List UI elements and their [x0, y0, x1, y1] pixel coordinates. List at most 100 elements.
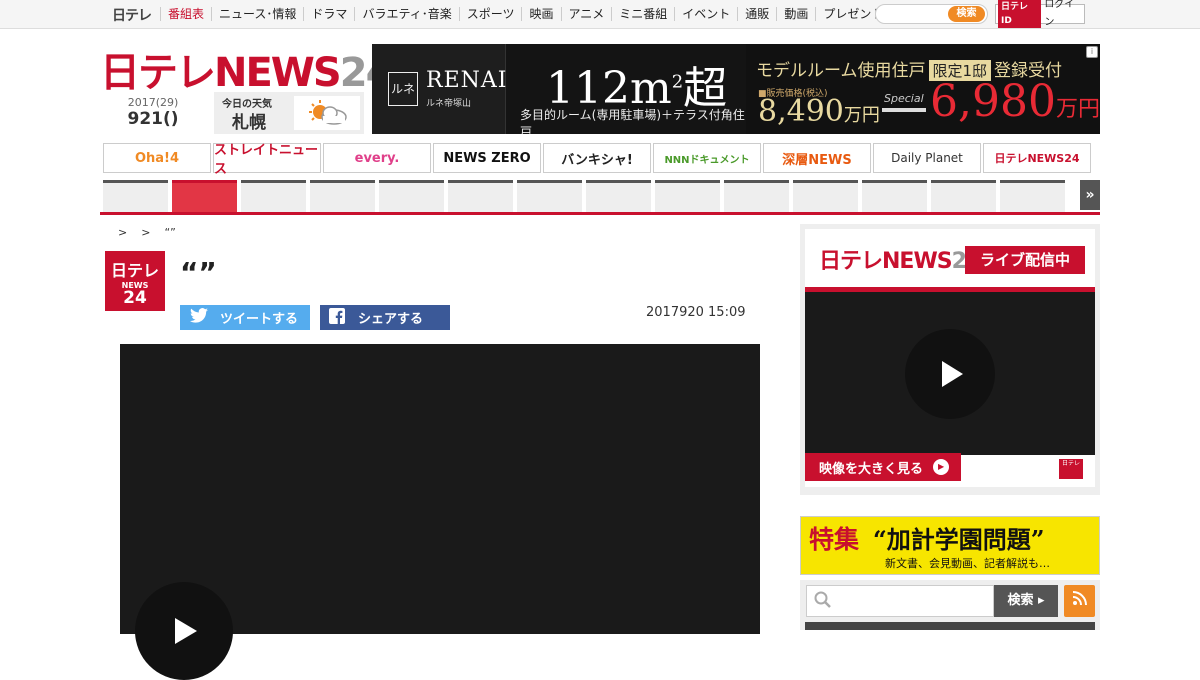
feature-subtitle: 新文書、会見動画、記者解説も… — [885, 557, 1050, 570]
category-tab[interactable] — [586, 180, 651, 212]
facebook-icon — [328, 307, 346, 328]
ad-price-panel: モデルルーム使用住戸 限定1邸 登録受付 ■販売価格(税込) 8,490万円 Spe… — [746, 44, 1100, 134]
program-straight-news[interactable]: ストレイトニュース — [213, 143, 321, 177]
breadcrumb-separator: > — [118, 226, 128, 239]
facebook-share-button[interactable]: シェアする — [320, 305, 450, 330]
top-bar: 日テレ 番組表 ニュース･情報 ドラマ バラエティ･音楽 スポーツ 映画 アニメ… — [0, 0, 1200, 29]
breadcrumb-current: “” — [164, 226, 176, 239]
breadcrumb: > > “” — [118, 226, 176, 239]
tweet-label: ツイートする — [220, 312, 299, 327]
ad-brand-sub: ルネ帝塚山 — [426, 99, 472, 109]
live-logo-main: 日テレNEWS — [819, 249, 953, 274]
live-badge: ライブ配信中 — [965, 246, 1085, 274]
nav-item-bangumi[interactable]: 番組表 — [160, 7, 213, 21]
nav-item-drama[interactable]: ドラマ — [304, 7, 356, 21]
sun-cloud-icon — [294, 96, 360, 130]
program-oha4[interactable]: Oha!4 — [103, 143, 211, 173]
ntv-home-logo[interactable]: 日テレ — [112, 5, 152, 25]
program-straight-news-label: ストレイトニュース — [214, 143, 319, 177]
category-tab[interactable] — [862, 180, 927, 212]
ad-info-icon[interactable]: i — [1086, 46, 1098, 58]
watch-large-label: 映像を大きく見る — [819, 461, 924, 477]
ad-size-panel: 112m2超 多目的ルーム(専用駐車場)＋テラス付角住戸 — [506, 44, 746, 134]
program-news-zero-label: NEWS ZERO — [443, 150, 531, 166]
ad-size-desc: 多目的ルーム(専用駐車場)＋テラス付角住戸 — [520, 108, 745, 134]
nav-item-mini[interactable]: ミニ番組 — [612, 7, 676, 21]
category-tab[interactable] — [931, 180, 996, 212]
program-news24-label: 日テレNEWS24 — [994, 152, 1080, 165]
category-tab[interactable] — [724, 180, 789, 212]
ad-new-price-value: 6,980 — [930, 76, 1056, 127]
program-nnn-document[interactable]: NNNドキュメント — [653, 143, 761, 173]
login-label: ログイン — [1044, 0, 1075, 28]
breadcrumb-separator: > — [141, 226, 151, 239]
play-circle-icon: ▶ — [933, 459, 950, 475]
nav-item-news[interactable]: ニュース･情報 — [212, 7, 305, 21]
sidebar-search-input[interactable] — [806, 585, 994, 617]
ad-new-price: 6,980万円 — [930, 76, 1100, 127]
renai-logo-icon: ルネ — [388, 72, 418, 106]
article-title: “” — [180, 256, 217, 289]
nav-item-event[interactable]: イベント — [675, 7, 739, 21]
sidebar-search-button[interactable]: 検索 ▸ — [994, 585, 1058, 617]
nav-item-variety[interactable]: バラエティ･音楽 — [355, 7, 460, 21]
ad-banner[interactable]: ルネ RENAI ルネ帝塚山 112m2超 多目的ルーム(専用駐車場)＋テラス付… — [372, 44, 1100, 134]
ad-old-price-unit: 万円 — [843, 105, 880, 126]
badge-line3: 24 — [123, 288, 147, 308]
nav-item-anime[interactable]: アニメ — [562, 7, 613, 21]
program-daily-planet-label: Daily Planet — [891, 151, 963, 165]
watch-large-button[interactable]: 映像を大きく見る ▶ — [805, 453, 961, 481]
header-divider — [100, 212, 1100, 215]
category-tab[interactable] — [310, 180, 375, 212]
category-tab[interactable] — [793, 180, 858, 212]
arrow-right-icon — [882, 108, 926, 112]
twitter-bird-icon — [190, 308, 208, 327]
sidebar-next-module — [805, 622, 1095, 630]
nav-item-shopping[interactable]: 通販 — [738, 7, 778, 21]
live-stream-panel: 日テレNEWS24 ライブ配信中 — [805, 229, 1095, 487]
ad-new-price-unit: 万円 — [1055, 97, 1100, 122]
ad-brand-name: RENAI — [426, 68, 508, 93]
program-bankisha[interactable]: バンキシャ! — [543, 143, 651, 173]
site-logo[interactable]: 日テレNEWS24 — [100, 40, 393, 98]
article-video-player[interactable] — [120, 344, 760, 680]
live-video-player[interactable] — [805, 287, 1095, 455]
nav-item-movie[interactable]: 映画 — [522, 7, 562, 21]
login-button[interactable]: 日テレID ログイン — [995, 0, 1085, 28]
play-icon[interactable] — [905, 329, 995, 419]
category-tab[interactable] — [103, 180, 168, 212]
tweet-button[interactable]: ツイートする — [180, 305, 310, 330]
category-tab[interactable] — [379, 180, 444, 212]
program-news24[interactable]: 日テレNEWS24 — [983, 143, 1091, 173]
search-icon — [814, 591, 832, 614]
tabs-more-button[interactable]: » — [1080, 180, 1100, 210]
nav-item-video[interactable]: 動画 — [777, 7, 817, 21]
program-shinso-news[interactable]: 深層NEWS — [763, 143, 871, 173]
ad-old-price-value: 8,490 — [758, 94, 844, 129]
category-tab-active[interactable] — [172, 180, 237, 212]
nav-item-sports[interactable]: スポーツ — [460, 7, 523, 21]
category-tab[interactable] — [1000, 180, 1065, 212]
top-search-button[interactable]: 検索 — [948, 6, 985, 22]
category-tab[interactable] — [655, 180, 720, 212]
article-timestamp: 2017920 15:09 — [646, 305, 746, 320]
category-tab[interactable] — [241, 180, 306, 212]
category-tab[interactable] — [448, 180, 513, 212]
weather-widget[interactable]: 今日の天気 札幌 — [214, 92, 364, 134]
program-every[interactable]: every. — [323, 143, 431, 173]
program-daily-planet[interactable]: Daily Planet — [873, 143, 981, 173]
program-every-label: every. — [354, 150, 400, 166]
rss-icon[interactable] — [1064, 585, 1095, 617]
program-bankisha-label: バンキシャ! — [561, 152, 633, 168]
play-icon[interactable] — [135, 582, 233, 680]
live-logo: 日テレNEWS24 — [819, 243, 981, 275]
share-label: シェアする — [358, 312, 424, 327]
news24-badge-icon: 日テレ NEWS 24 — [105, 251, 165, 311]
program-news-zero[interactable]: NEWS ZERO — [433, 143, 541, 173]
live-stream-widget: 日テレNEWS24 ライブ配信中 映像を大きく見る ▶ 日テレ — [800, 224, 1100, 495]
category-tab[interactable] — [517, 180, 582, 212]
feature-banner[interactable]: 特集 “加計学園問題” 新文書、会見動画、記者解説も… — [800, 516, 1100, 575]
program-oha4-label: Oha!4 — [134, 150, 180, 166]
ntv-mini-logo-icon: 日テレ — [1059, 459, 1083, 479]
ad-size-sup: 2 — [671, 71, 684, 93]
